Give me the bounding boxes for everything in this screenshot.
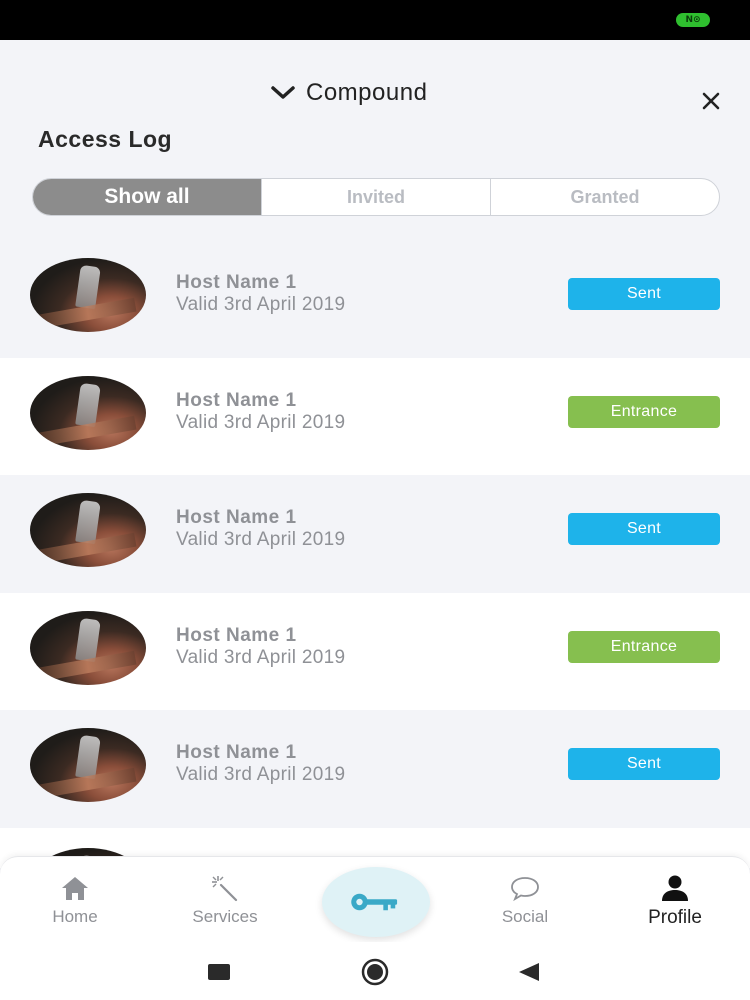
avatar (30, 258, 146, 332)
system-nav-bar (0, 942, 750, 1000)
avatar (30, 728, 146, 802)
chat-bubble-icon (511, 877, 539, 902)
access-log-list: Host Name 1 Valid 3rd April 2019 Sent Ho… (0, 240, 750, 828)
key-icon (351, 893, 398, 911)
nav-home[interactable]: Home (20, 873, 130, 927)
page-title: Access Log (38, 126, 173, 152)
host-name: Host Name 1 (176, 742, 297, 763)
nav-social[interactable]: Social (470, 873, 580, 927)
home-circle-icon[interactable] (357, 958, 393, 986)
bottom-nav: Home Services Social Profile (0, 856, 750, 942)
list-item[interactable]: Host Name 1 Valid 3rd April 2019 Entranc… (0, 357, 750, 475)
list-item[interactable]: Host Name 1 Valid 3rd April 2019 Sent (0, 710, 750, 828)
compound-label: Compound (306, 79, 428, 106)
user-icon (662, 875, 688, 901)
filter-show-all[interactable]: Show all (33, 179, 261, 215)
status-badge: Entrance (568, 630, 720, 663)
host-name: Host Name 1 (176, 389, 297, 411)
chevron-down-icon (271, 86, 295, 99)
host-name: Host Name 1 (176, 272, 297, 293)
avatar (30, 493, 146, 567)
valid-date: Valid 3rd April 2019 (176, 411, 346, 433)
nav-social-label: Social (501, 907, 549, 926)
list-item[interactable]: Host Name 1 Valid 3rd April 2019 Entranc… (0, 592, 750, 710)
nav-home-label: Home (52, 907, 98, 926)
host-name: Host Name 1 (176, 624, 297, 646)
status-badge: Entrance (568, 395, 720, 428)
filter-granted[interactable]: Granted (490, 179, 719, 215)
nav-profile-label: Profile (648, 907, 702, 928)
home-icon (62, 877, 88, 900)
nfc-indicator: N⊙ (676, 13, 710, 27)
status-badge: Sent (568, 513, 720, 545)
valid-date: Valid 3rd April 2019 (176, 764, 346, 785)
list-item[interactable]: Host Name 1 Valid 3rd April 2019 Sent (0, 475, 750, 593)
nav-key-button[interactable] (322, 867, 430, 937)
valid-date: Valid 3rd April 2019 (176, 529, 346, 550)
nav-profile[interactable]: Profile (620, 873, 730, 929)
header: Compound Access Log Show all Invited Gra… (0, 40, 750, 240)
status-badge: Sent (568, 278, 720, 310)
host-name: Host Name 1 (176, 507, 297, 528)
avatar (30, 610, 146, 685)
nav-services[interactable]: Services (170, 873, 280, 927)
back-triangle-icon[interactable] (516, 961, 542, 983)
magic-wand-icon (212, 876, 238, 902)
valid-date: Valid 3rd April 2019 (176, 294, 346, 315)
filter-segmented-control: Show all Invited Granted (32, 178, 720, 216)
valid-date: Valid 3rd April 2019 (176, 646, 346, 668)
close-icon[interactable] (700, 90, 722, 112)
recent-apps-icon[interactable] (206, 962, 232, 982)
filter-invited[interactable]: Invited (261, 179, 490, 215)
compound-selector[interactable]: Compound (270, 78, 427, 108)
status-bar: N⊙ (0, 0, 750, 40)
avatar (30, 375, 146, 450)
nav-services-label: Services (192, 907, 258, 926)
list-item[interactable]: Host Name 1 Valid 3rd April 2019 Sent (0, 240, 750, 358)
status-badge: Sent (568, 748, 720, 780)
